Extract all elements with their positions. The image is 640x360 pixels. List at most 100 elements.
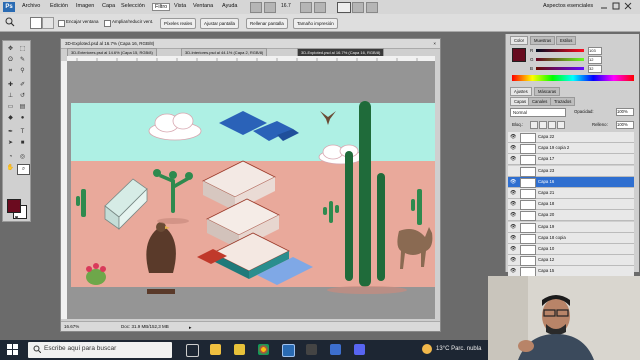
eyedropper-tool-icon[interactable]: ⚲ [17,67,28,76]
path-selection-tool-icon[interactable]: ➤ [5,139,16,148]
file-explorer-icon[interactable] [210,344,221,355]
visibility-eye-icon[interactable]: 👁 [510,233,516,243]
brush-tool-icon[interactable]: ✐ [17,81,28,90]
color-panel-swatch[interactable] [512,48,526,62]
folder-icon[interactable] [234,344,245,355]
menu-seleccion[interactable]: Selección [121,3,145,9]
menu-capa[interactable]: Capa [102,3,115,9]
g-slider[interactable] [536,58,584,61]
zoom-icon[interactable] [337,2,351,13]
tab-color[interactable]: Color [510,36,529,45]
menu-filtro[interactable]: Filtro [152,3,171,11]
visibility-eye-icon[interactable]: 👁 [510,244,516,254]
artwork-canvas[interactable] [67,61,435,319]
3d-rotate-tool-icon[interactable]: ◔ [5,153,16,162]
close-icon[interactable] [624,2,632,10]
menu-ventana[interactable]: Ventana [193,3,213,9]
visibility-eye-icon[interactable]: 👁 [510,199,516,209]
r-slider[interactable] [536,49,584,52]
taskbar-search-box[interactable]: Escribe aquí para buscar [28,342,172,358]
color-spectrum-bar[interactable] [512,75,634,81]
zoom-level-display[interactable]: 16.7 [281,3,291,9]
tab-muestras[interactable]: Muestras [530,36,556,45]
visibility-eye-icon[interactable]: 👁 [510,255,516,265]
g-value-field[interactable]: 12 [588,56,602,64]
menu-ayuda[interactable]: Ayuda [222,3,238,9]
menu-vista[interactable]: Vista [174,3,186,9]
foreground-color-swatch-top[interactable] [7,199,21,213]
tamano-impresion-button[interactable]: Tamaño impresión [293,18,338,29]
fill-field[interactable]: 100% [616,121,634,129]
screen-mode-icon[interactable] [366,2,378,13]
tab-canales[interactable]: Canales [528,97,552,106]
move-tool-icon[interactable]: ✥ [5,45,16,54]
workspace-selector[interactable]: Aspectos esenciales [543,3,593,9]
maximize-icon[interactable] [612,2,620,10]
blur-tool-icon[interactable]: ◆ [5,114,16,123]
blend-mode-select[interactable]: Normal [510,108,566,117]
document-close-icon[interactable]: × [433,39,436,48]
menu-imagen[interactable]: Imagen [76,3,94,9]
layer-row[interactable]: 👁 Capa 10 [508,244,634,255]
b-value-field[interactable]: 32 [588,65,602,73]
shape-tool-icon[interactable]: ■ [17,139,28,148]
layer-row[interactable]: 👁 Capa 19 [508,221,634,233]
tab-ajustes[interactable]: Ajustes [510,87,532,96]
encajar-ventana-checkbox[interactable] [58,20,65,27]
visibility-eye-icon[interactable]: 👁 [510,177,516,187]
layer-row[interactable]: 👁 Capa 12 [508,255,634,267]
layer-row[interactable]: 👁 Capa 17 [508,154,634,166]
tab-trazados[interactable]: Trazados [550,97,576,106]
hand-tool-icon[interactable]: ✋ [5,164,16,173]
layer-row[interactable]: Capa 23 [508,165,634,177]
pen-tool-icon[interactable]: ✒ [5,128,16,137]
visibility-eye-icon[interactable]: 👁 [510,210,516,220]
ampliar-reducir-checkbox[interactable] [104,20,111,27]
type-tool-icon[interactable]: T [17,128,28,137]
quick-mask-icon[interactable]: ◙ [11,214,22,223]
lock-all-icon[interactable] [557,121,565,129]
rotate-view-icon[interactable] [314,2,326,13]
app-icon[interactable] [306,344,317,355]
visibility-eye-icon[interactable]: 👁 [510,266,516,276]
opacity-field[interactable]: 100% [616,108,634,116]
minimize-icon[interactable] [600,2,608,10]
layer-row[interactable]: 👁 Capa 19 copia 2 [508,143,634,155]
layer-row[interactable]: 👁 Capa 22 [508,132,634,143]
tab-estilos[interactable]: Estilos [556,36,577,45]
healing-brush-tool-icon[interactable]: ✚ [5,81,16,90]
visibility-eye-icon[interactable]: 👁 [510,154,516,164]
bridge-icon[interactable] [250,2,262,13]
chrome-icon[interactable] [258,344,269,355]
weather-text[interactable]: 13°C Parc. nubla [436,346,481,352]
zoom-app-icon[interactable] [330,344,341,355]
visibility-eye-icon[interactable]: 👁 [510,132,516,142]
lasso-tool-icon[interactable]: ʘ [5,56,16,65]
visibility-eye-icon[interactable]: 👁 [510,143,516,153]
tab-mascaras[interactable]: Máscaras [534,87,561,96]
canvas-area[interactable] [67,61,435,319]
crop-tool-icon[interactable]: ⌗ [5,67,16,76]
layer-row[interactable]: 👁 Capa 21 [508,188,634,199]
zoom-tool-preset-icon[interactable] [5,17,15,27]
zoom-out-icon[interactable] [42,17,54,29]
clone-stamp-tool-icon[interactable]: ⊥ [5,92,16,101]
rellenar-pantalla-button[interactable]: Rellenar pantalla [246,18,288,29]
zoom-percentage[interactable]: 16.67% [64,322,79,331]
zoom-tool-icon[interactable]: ⌕ [17,164,30,175]
task-view-icon[interactable] [186,344,199,357]
layer-row[interactable]: 👁 Capa 16 [508,176,634,188]
photoshop-taskbar-icon[interactable] [282,344,295,357]
zoom-in-icon[interactable] [30,17,42,29]
history-brush-tool-icon[interactable]: ↺ [17,92,28,101]
quick-selection-tool-icon[interactable]: ✎ [17,56,28,65]
marquee-tool-icon[interactable]: ⬚ [17,45,28,54]
ajustar-pantalla-button[interactable]: Ajustar pantalla [200,18,240,29]
visibility-eye-icon[interactable]: 👁 [510,222,516,232]
menu-archivo[interactable]: Archivo [22,3,40,9]
dodge-tool-icon[interactable]: ● [17,114,28,123]
lock-transparency-icon[interactable] [530,121,538,129]
3d-orbit-tool-icon[interactable]: ◎ [17,153,28,162]
r-value-field[interactable]: 103 [588,47,602,55]
pixeles-reales-button[interactable]: Píxeles reales [160,18,197,29]
